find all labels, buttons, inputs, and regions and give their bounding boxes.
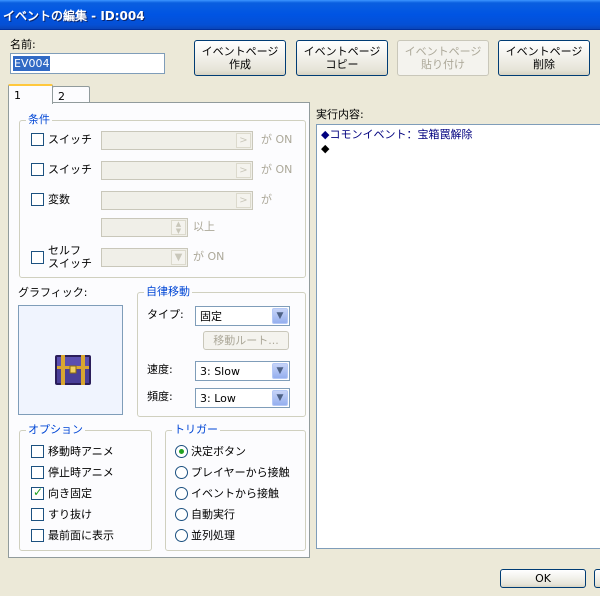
- type-label: タイプ:: [147, 308, 184, 321]
- walk-anim-label: 移動時アニメ: [48, 445, 114, 458]
- switch1-label: スイッチ: [48, 133, 92, 146]
- variable-label: 変数: [48, 193, 70, 206]
- create-page-button[interactable]: イベントページ 作成: [194, 40, 286, 76]
- always-on-top-label: 最前面に表示: [48, 529, 114, 542]
- type-select[interactable]: 固定 ▼: [195, 306, 290, 326]
- switch2-browse-icon: >: [236, 163, 251, 178]
- create-page-label-1: イベントページ: [201, 45, 279, 58]
- variable-browse-icon: >: [236, 193, 251, 208]
- trigger-group: トリガー 決定ボタン プレイヤーから接触 イベントから接触 自動実行 並列処理: [165, 423, 306, 551]
- speed-select[interactable]: 3: Slow ▼: [195, 361, 290, 381]
- paste-page-button[interactable]: イベントページ 貼り付け: [397, 40, 489, 76]
- graphic-label: グラフィック:: [18, 286, 88, 299]
- switch1-checkbox[interactable]: [31, 133, 44, 146]
- command-list[interactable]: ◆コモンイベント：宝箱罠解除 ◆: [316, 124, 600, 549]
- switch2-label: スイッチ: [48, 163, 92, 176]
- trigger-parallel-label: 並列処理: [191, 529, 235, 542]
- speed-value: 3: Slow: [200, 365, 240, 378]
- check-icon: ✓: [33, 485, 44, 499]
- options-legend: オプション: [26, 423, 85, 437]
- conditions-group: 条件 スイッチ > が ON スイッチ > が ON 変数 > が ▲ ▼ 以上 …: [19, 113, 306, 278]
- direction-fix-label: 向き固定: [48, 487, 92, 500]
- variable-suffix: が: [261, 193, 272, 206]
- name-label: 名前:: [10, 38, 36, 51]
- frequency-select[interactable]: 3: Low ▼: [195, 388, 290, 408]
- tab-page-1[interactable]: 1: [8, 84, 53, 104]
- self-switch-label-line1: セルフ: [48, 244, 81, 257]
- variable-min-suffix: 以上: [193, 220, 215, 233]
- always-on-top-checkbox[interactable]: [31, 529, 44, 542]
- delete-page-button[interactable]: イベントページ 削除: [498, 40, 590, 76]
- autonomous-group: 自律移動 タイプ: 固定 ▼ 移動ルート... 速度: 3: Slow ▼ 頻度…: [137, 285, 306, 417]
- autonomous-legend: 自律移動: [144, 285, 192, 299]
- speed-label: 速度:: [147, 363, 173, 376]
- delete-page-label-1: イベントページ: [505, 45, 583, 58]
- trigger-event-touch-label: イベントから接触: [191, 487, 279, 500]
- self-switch-checkbox[interactable]: [31, 251, 44, 264]
- copy-page-label-1: イベントページ: [303, 45, 381, 58]
- through-checkbox[interactable]: [31, 508, 44, 521]
- title-bar[interactable]: イベントの編集 - ID:004: [0, 0, 600, 30]
- graphic-preview[interactable]: [18, 305, 123, 415]
- trigger-parallel-radio[interactable]: [175, 529, 188, 542]
- spinner-arrows-icon: ▲ ▼: [171, 220, 186, 235]
- chevron-down-icon: ▼: [272, 308, 288, 324]
- trigger-player-touch-radio[interactable]: [175, 466, 188, 479]
- chevron-down-icon: ▼: [171, 250, 186, 265]
- cancel-button-partial[interactable]: [594, 569, 600, 588]
- treasure-chest-icon: [55, 355, 91, 385]
- chevron-down-icon: ▼: [272, 363, 288, 379]
- conditions-legend: 条件: [26, 113, 52, 127]
- trigger-autorun-label: 自動実行: [191, 508, 235, 521]
- switch1-browse-icon: >: [236, 133, 251, 148]
- radio-dot-icon: [179, 449, 184, 454]
- switch1-select[interactable]: >: [101, 131, 253, 150]
- step-anim-label: 停止時アニメ: [48, 466, 114, 479]
- self-switch-select[interactable]: ▼: [101, 248, 188, 267]
- move-route-button[interactable]: 移動ルート...: [203, 331, 289, 350]
- command-item-empty[interactable]: ◆: [321, 142, 329, 156]
- frequency-value: 3: Low: [200, 392, 236, 405]
- paste-page-label-2: 貼り付け: [421, 58, 465, 71]
- options-group: オプション 移動時アニメ 停止時アニメ ✓ 向き固定 すり抜け 最前面に表示: [19, 423, 152, 551]
- trigger-autorun-radio[interactable]: [175, 508, 188, 521]
- switch2-checkbox[interactable]: [31, 163, 44, 176]
- self-switch-label-line2: スイッチ: [48, 257, 92, 270]
- variable-min-spinner[interactable]: ▲ ▼: [101, 218, 188, 237]
- trigger-legend: トリガー: [172, 423, 220, 437]
- ok-button-label: OK: [535, 572, 551, 585]
- move-route-label: 移動ルート...: [213, 334, 279, 347]
- trigger-player-touch-label: プレイヤーから接触: [191, 466, 290, 479]
- variable-select[interactable]: >: [101, 191, 253, 210]
- ok-button[interactable]: OK: [500, 569, 586, 588]
- walk-anim-checkbox[interactable]: [31, 445, 44, 458]
- trigger-action-label: 決定ボタン: [191, 445, 246, 458]
- copy-page-label-2: コピー: [325, 58, 359, 71]
- switch2-select[interactable]: >: [101, 161, 253, 180]
- step-anim-checkbox[interactable]: [31, 466, 44, 479]
- content-label: 実行内容:: [316, 108, 364, 121]
- self-switch-suffix: が ON: [193, 250, 225, 263]
- switch1-suffix: が ON: [261, 133, 293, 146]
- direction-fix-checkbox[interactable]: ✓: [31, 485, 44, 500]
- tab-page-2[interactable]: 2: [52, 86, 90, 103]
- through-label: すり抜け: [48, 508, 92, 521]
- name-input-value: EV004: [13, 56, 51, 71]
- paste-page-label-1: イベントページ: [404, 45, 482, 58]
- frequency-label: 頻度:: [147, 390, 173, 403]
- copy-page-button[interactable]: イベントページ コピー: [296, 40, 388, 76]
- variable-checkbox[interactable]: [31, 193, 44, 206]
- delete-page-label-2: 削除: [533, 58, 555, 71]
- command-item[interactable]: ◆コモンイベント：宝箱罠解除: [321, 128, 472, 142]
- create-page-label-2: 作成: [229, 58, 251, 71]
- name-input[interactable]: EV004: [10, 53, 165, 74]
- trigger-action-radio[interactable]: [175, 445, 188, 458]
- self-switch-label: セルフ スイッチ: [48, 244, 92, 270]
- type-value: 固定: [200, 310, 222, 323]
- tab-page-1-label: 1: [14, 89, 21, 102]
- chevron-down-icon: ▼: [272, 390, 288, 406]
- window-title: イベントの編集 - ID:004: [3, 9, 145, 23]
- switch2-suffix: が ON: [261, 163, 293, 176]
- trigger-event-touch-radio[interactable]: [175, 487, 188, 500]
